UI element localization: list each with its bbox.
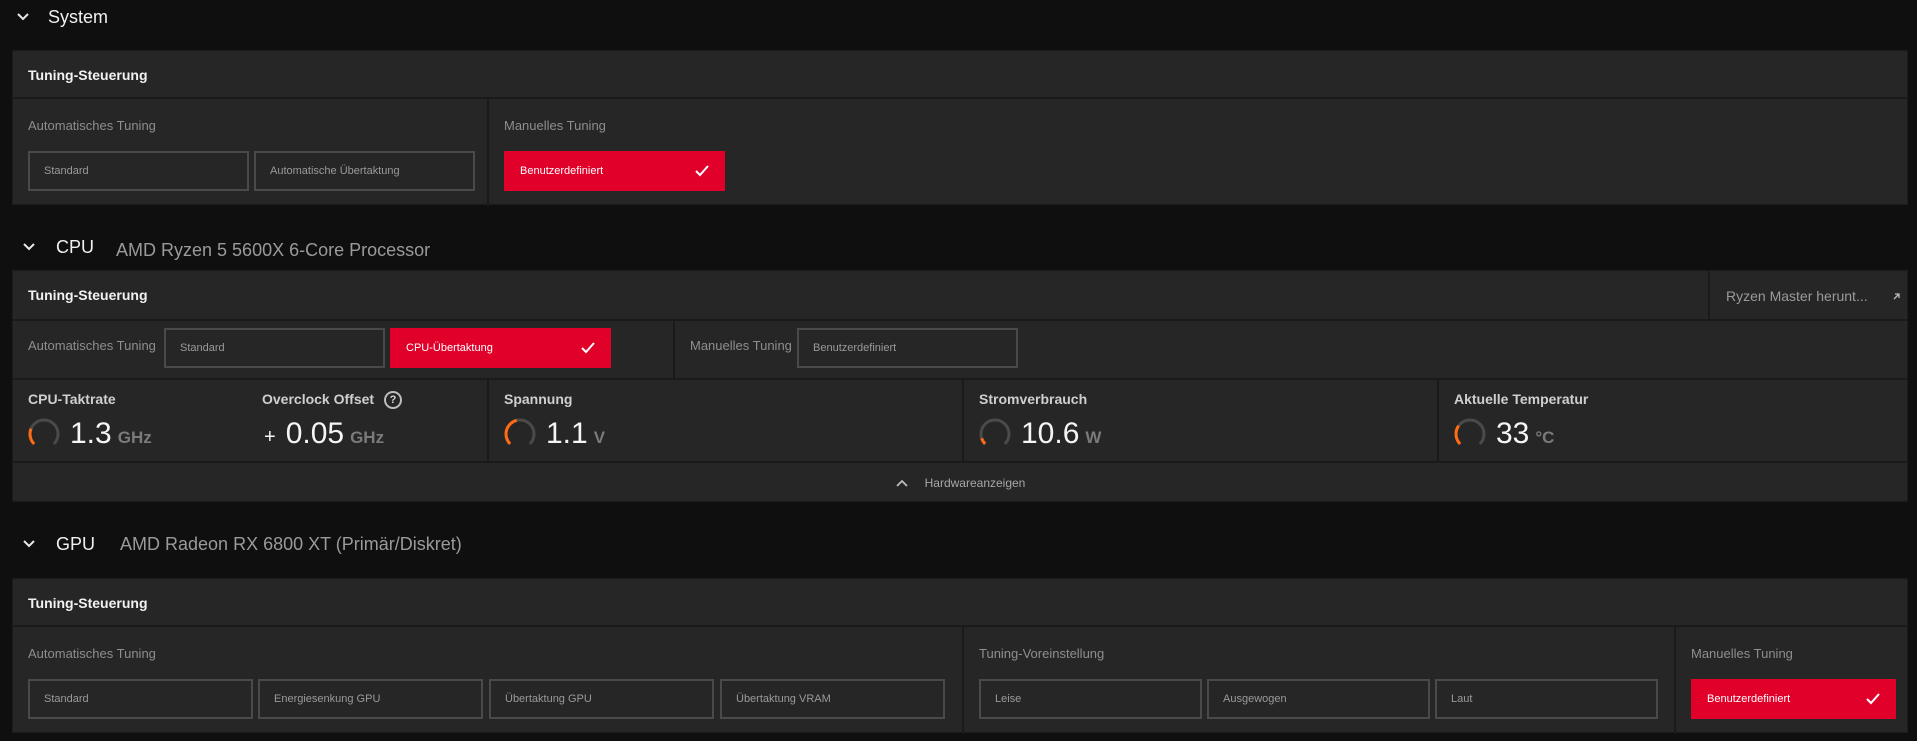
chevron-down-icon[interactable] [22,537,36,551]
gpu-undervolt-button[interactable]: Energiesenkung GPU [258,679,483,719]
custom-button[interactable]: Benutzerdefiniert [1691,679,1896,719]
vram-overclock-button[interactable]: Übertaktung VRAM [720,679,945,719]
check-icon [581,342,595,354]
gpu-tuning-panel: Tuning-Steuerung Automatisches Tuning St… [12,578,1908,734]
section-header-gpu[interactable]: GPU AMD Radeon RX 6800 XT (Primär/Diskre… [0,527,462,561]
section-header-cpu[interactable]: CPU AMD Ryzen 5 5600X 6-Core Processor [0,230,430,264]
section-title: CPU [56,236,95,257]
cpu-overclock-button[interactable]: CPU-Übertaktung [390,328,611,368]
chevron-down-icon[interactable] [16,10,30,24]
manual-tuning-label: Manuelles Tuning [504,118,606,133]
check-icon [1866,693,1880,705]
gauge-fill [504,418,518,445]
metric-label: Aktuelle Temperatur [1454,391,1589,407]
gauge-icon [979,418,1011,445]
divider [13,378,1907,380]
divider [962,627,964,734]
gauge-fill [980,437,987,445]
standard-button[interactable]: Standard [28,151,249,191]
preset-quiet-button[interactable]: Leise [979,679,1202,719]
custom-button[interactable]: Benutzerdefiniert [504,151,725,191]
section-title: GPU [56,533,96,554]
gauge-icon [1454,418,1486,445]
manual-tuning-label: Manuelles Tuning [690,338,792,353]
preset-rage-button[interactable]: Laut [1435,679,1658,719]
gauge-track [979,418,1011,445]
panel-header: Tuning-Steuerung [13,579,1907,627]
metric-label: Spannung [504,391,573,407]
panel-title: Tuning-Steuerung [28,67,148,83]
metric-value: 10.6 W [1021,417,1102,450]
cpu-tuning-panel: Tuning-Steuerung Ryzen Master herunt... … [12,270,1908,502]
help-icon[interactable]: ? [384,391,402,409]
metric-value: 33 °C [1496,417,1555,450]
gauge-track [28,418,60,445]
gauge-fill [28,428,36,445]
section-title: System [48,6,109,27]
auto-tuning-label: Automatisches Tuning [28,118,156,133]
system-tuning-panel: Tuning-Steuerung Automatisches Tuning St… [12,50,1908,206]
metric-label: Stromverbrauch [979,391,1088,407]
standard-button[interactable]: Standard [164,328,385,368]
auto-tuning-label: Automatisches Tuning [28,338,156,353]
gauge-icon [28,418,60,445]
gpu-model: AMD Radeon RX 6800 XT (Primär/Diskret) [120,533,462,554]
gauge-icon [504,418,536,445]
check-icon [695,165,709,177]
gauge-track [1454,418,1486,445]
divider [1708,271,1710,321]
metric-value: 1.1 V [546,417,606,450]
preset-balanced-button[interactable]: Ausgewogen [1207,679,1430,719]
metric-label: CPU-Taktrate [28,391,116,407]
panel-header: Tuning-Steuerung [13,51,1907,99]
standard-button[interactable]: Standard [28,679,253,719]
cpu-model: AMD Ryzen 5 5600X 6-Core Processor [116,239,431,260]
custom-button[interactable]: Benutzerdefiniert [797,328,1018,368]
divider [487,380,489,462]
manual-tuning-label: Manuelles Tuning [1691,646,1793,661]
panel-title: Tuning-Steuerung [28,287,148,303]
divider [1674,627,1676,734]
panel-title: Tuning-Steuerung [28,595,148,611]
external-link-icon [1893,292,1900,299]
metric-label: Overclock Offset [262,391,375,407]
gauge-fill [1454,424,1462,445]
chevron-up-icon [895,479,908,487]
divider [673,321,675,379]
auto-tuning-label: Automatisches Tuning [28,646,156,661]
section-header-system[interactable]: System [0,0,108,34]
metric-value: 1.3 GHz [70,417,152,450]
divider [962,380,964,462]
gpu-overclock-button[interactable]: Übertaktung GPU [489,679,714,719]
chevron-down-icon[interactable] [22,240,36,254]
auto-overclock-button[interactable]: Automatische Übertaktung [254,151,475,191]
tuning-preset-label: Tuning-Voreinstellung [979,646,1105,661]
panel-header: Tuning-Steuerung [13,271,1907,321]
divider [1437,380,1439,462]
divider [487,99,489,206]
hardware-toggle[interactable]: Hardwareanzeigen [13,463,1907,503]
metric-value: +0.05 GHz [264,417,385,450]
ryzen-master-link[interactable]: Ryzen Master herunt... [1726,288,1901,304]
